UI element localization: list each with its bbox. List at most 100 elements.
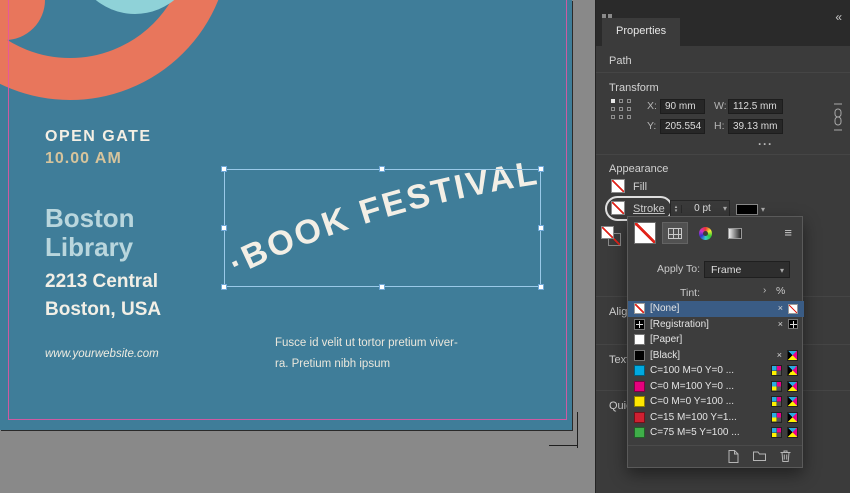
body-line1: Fusce id velit ut tortor pretium viver- [275, 337, 458, 349]
color-wheel-icon [698, 226, 712, 240]
selection-handle-sw[interactable] [221, 284, 227, 290]
stroke-weight-dropdown[interactable]: ▴ ▾ 0 pt ▾ [670, 200, 730, 217]
swatch-row-magenta[interactable]: C=0 M=100 Y=0 ... [628, 379, 804, 395]
registration-swatch-chip [634, 318, 645, 330]
panel-menu-icon[interactable]: ≡ [784, 225, 792, 240]
current-swatch-none-icon[interactable] [634, 222, 656, 244]
stroke-color-dropdown[interactable]: ▾ [736, 202, 772, 216]
non-editable-icon: × [777, 318, 783, 329]
swatch-row-paper[interactable]: [Paper] [628, 332, 804, 348]
address-line1: 2213 Central [45, 271, 159, 292]
none-swatch-chip [634, 303, 645, 315]
selection-handle-s[interactable] [379, 284, 385, 290]
selection-handle-n[interactable] [379, 166, 385, 172]
swatch-row-green[interactable]: C=75 M=5 Y=100 ... [628, 425, 804, 441]
cmyk-mode-icon [787, 380, 798, 392]
new-group-button[interactable] [752, 449, 767, 463]
swatch-row-registration[interactable]: [Registration] × [628, 317, 804, 333]
w-input[interactable]: 112.5 mm [728, 99, 783, 114]
stroke-weight-stepper[interactable]: ▴ ▾ [671, 204, 682, 213]
panel-header: « Properties [596, 0, 850, 46]
chevron-down-icon: ▾ [761, 204, 766, 214]
swatches-view-button[interactable] [662, 222, 688, 244]
appearance-section-title: Appearance [609, 163, 669, 175]
non-editable-icon: × [777, 303, 783, 314]
swatch-name: C=15 M=100 Y=1... [650, 411, 737, 423]
selection-handle-se[interactable] [538, 284, 544, 290]
w-label: W: [714, 100, 727, 112]
poster-open-gate-text[interactable]: OPEN GATE [45, 128, 152, 146]
swatch-grid-icon [668, 227, 682, 239]
collapse-panel-icon[interactable]: « [835, 10, 842, 24]
bleed-guide-horizontal [549, 445, 578, 446]
registration-mini-icon [788, 319, 798, 330]
fill-proxy-icon[interactable] [601, 226, 614, 239]
y-label: Y: [647, 120, 657, 132]
poster-address-text[interactable]: 2213 Central Boston, USA [45, 268, 161, 324]
h-input[interactable]: 39.13 mm [728, 119, 783, 134]
tint-percent-sign: % [776, 285, 786, 297]
magenta-swatch-chip [634, 380, 645, 392]
tint-label: Tint: [679, 287, 700, 299]
stroke-weight-value: 0 pt [694, 203, 711, 214]
tab-properties[interactable]: Properties [602, 18, 681, 46]
apply-to-label: Apply To: [657, 263, 700, 275]
cmyk-mode-icon [787, 411, 798, 423]
tint-chevron-icon[interactable]: › [763, 285, 766, 296]
selection-handle-w[interactable] [221, 225, 227, 231]
selection-handle-nw[interactable] [221, 166, 227, 172]
swatch-row-red[interactable]: C=15 M=100 Y=1... [628, 410, 804, 426]
apply-to-select[interactable]: Frame ▾ [704, 261, 790, 278]
swatch-name: [Black] [650, 349, 681, 361]
x-label: X: [647, 100, 657, 112]
poster-body-text[interactable]: Fusce id velit ut tortor pretium viver- … [275, 333, 458, 375]
y-input[interactable]: 205.554 mm [660, 119, 705, 134]
green-swatch-chip [634, 427, 645, 439]
fill-label[interactable]: Fill [633, 181, 647, 193]
apply-to-value: Frame [711, 264, 742, 276]
yellow-swatch-chip [634, 396, 645, 408]
swatch-name: C=75 M=5 Y=100 ... [650, 427, 740, 439]
swatch-row-cyan[interactable]: C=100 M=0 Y=0 ... [628, 363, 804, 379]
constrain-proportions-icon[interactable] [832, 101, 844, 133]
transform-section-title: Transform [609, 82, 659, 94]
cmyk-mode-icon [787, 427, 798, 439]
selection-bounding-box[interactable] [224, 169, 541, 287]
new-swatch-button[interactable] [726, 449, 740, 464]
process-color-icon [771, 365, 782, 377]
swatch-row-yellow[interactable]: C=0 M=0 Y=100 ... [628, 394, 804, 410]
cmyk-mode-icon [787, 396, 798, 408]
swatch-name: C=0 M=100 Y=0 ... [650, 380, 735, 392]
divider [596, 72, 850, 73]
poster-time-text[interactable]: 10.00 AM [45, 150, 122, 168]
red-swatch-chip [634, 411, 645, 423]
black-swatch-chip [634, 349, 645, 361]
chevron-down-icon: ▾ [722, 204, 727, 213]
swatch-row-none[interactable]: [None] × [628, 301, 804, 317]
fill-swatch-icon[interactable] [611, 179, 625, 193]
color-wheel-button[interactable] [692, 222, 718, 244]
poster-canvas[interactable]: OPEN GATE 10.00 AM Boston Library 2213 C… [0, 0, 572, 430]
selection-handle-e[interactable] [538, 225, 544, 231]
cmyk-mode-icon [787, 349, 798, 361]
non-editable-icon: × [776, 349, 782, 360]
cmyk-mode-icon [787, 365, 798, 377]
gradient-button[interactable] [722, 222, 748, 244]
swatch-name: [Registration] [650, 318, 709, 330]
h-label: H: [714, 120, 725, 132]
poster-venue-text[interactable]: Boston Library [45, 204, 135, 262]
stroke-label[interactable]: Stroke [633, 203, 665, 215]
more-options-icon[interactable]: ··· [758, 137, 773, 151]
reference-point-proxy[interactable] [611, 99, 631, 119]
stroke-swatch-icon[interactable] [611, 201, 625, 215]
none-mini-icon [788, 303, 798, 314]
path-label: Path [609, 55, 632, 67]
swatch-row-black[interactable]: [Black] × [628, 348, 804, 364]
body-line2: ra. Pretium nibh ipsum [275, 358, 391, 370]
black-color-chip [736, 203, 758, 215]
x-input[interactable]: 90 mm [660, 99, 705, 114]
selection-handle-ne[interactable] [538, 166, 544, 172]
delete-swatch-button[interactable] [779, 449, 792, 463]
swatches-popup: ≡ Apply To: Frame ▾ Tint: › % [None] × [… [627, 216, 804, 468]
poster-website-text[interactable]: www.yourwebsite.com [45, 348, 159, 360]
